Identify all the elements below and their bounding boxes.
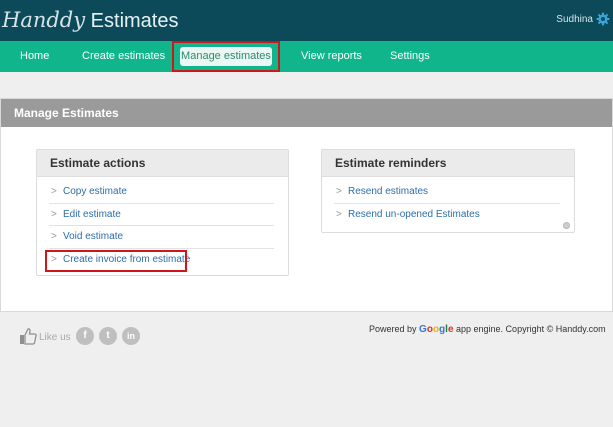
reminder-label[interactable]: Resend estimates [348,186,428,197]
top-bar: Handdy Estimates Sudhina [0,0,613,41]
action-label[interactable]: Copy estimate [63,186,127,197]
reminder-label[interactable]: Resend un-opened Estimates [348,209,480,220]
chevron-right-icon: > [51,208,57,220]
powered-by-prefix: Powered by [369,324,417,334]
linkedin-icon[interactable]: in [122,327,140,345]
user-name[interactable]: Sudhina [556,14,593,25]
resize-handle[interactable] [563,222,570,229]
action-label[interactable]: Void estimate [63,231,123,242]
like-us-label: Like us [39,332,71,343]
nav-create-estimates[interactable]: Create estimates [82,41,165,72]
gear-icon[interactable] [596,12,610,26]
estimate-reminders-title: Estimate reminders [322,150,574,177]
powered-by-suffix: app engine. Copyright © Handdy.com [456,324,606,334]
estimate-reminders-panel: Estimate reminders > Resend estimates > Re… [321,149,575,233]
twitter-icon[interactable]: t [99,327,117,345]
action-edit-estimate[interactable]: > Edit estimate [49,204,274,226]
nav-view-reports[interactable]: View reports [301,41,362,72]
chevron-right-icon: > [51,186,57,197]
app-logo[interactable]: Handdy Estimates [2,8,178,33]
chevron-right-icon: > [336,186,342,197]
powered-by: Powered by Google app engine. Copyright … [369,324,606,335]
estimate-reminders-list: > Resend estimates > Resend un-opened Esti… [322,177,574,226]
estimate-actions-title: Estimate actions [37,150,288,177]
facebook-icon[interactable]: f [76,327,94,345]
chevron-right-icon: > [51,231,57,242]
logo-plain-text: Estimates [90,10,179,32]
nav-highlight-box [172,41,280,72]
chevron-right-icon: > [336,208,342,220]
thumbs-up-icon [20,328,37,345]
action-copy-estimate[interactable]: > Copy estimate [49,181,274,204]
nav-home[interactable]: Home [20,41,49,72]
action-void-estimate[interactable]: > Void estimate [49,226,274,249]
main-nav: Home Create estimates Manage estimates V… [0,41,613,72]
google-letter: e [447,324,454,335]
logo-script-text: Handdy [2,8,86,32]
nav-settings[interactable]: Settings [390,41,430,72]
reminder-resend-estimates[interactable]: > Resend estimates [334,181,560,204]
action-highlight-box [45,250,187,272]
page-title: Manage Estimates [1,99,612,127]
google-logo: Google [419,324,454,335]
reminder-resend-unopened[interactable]: > Resend un-opened Estimates [334,204,560,227]
google-letter: G [419,324,427,335]
action-label[interactable]: Edit estimate [63,209,121,220]
